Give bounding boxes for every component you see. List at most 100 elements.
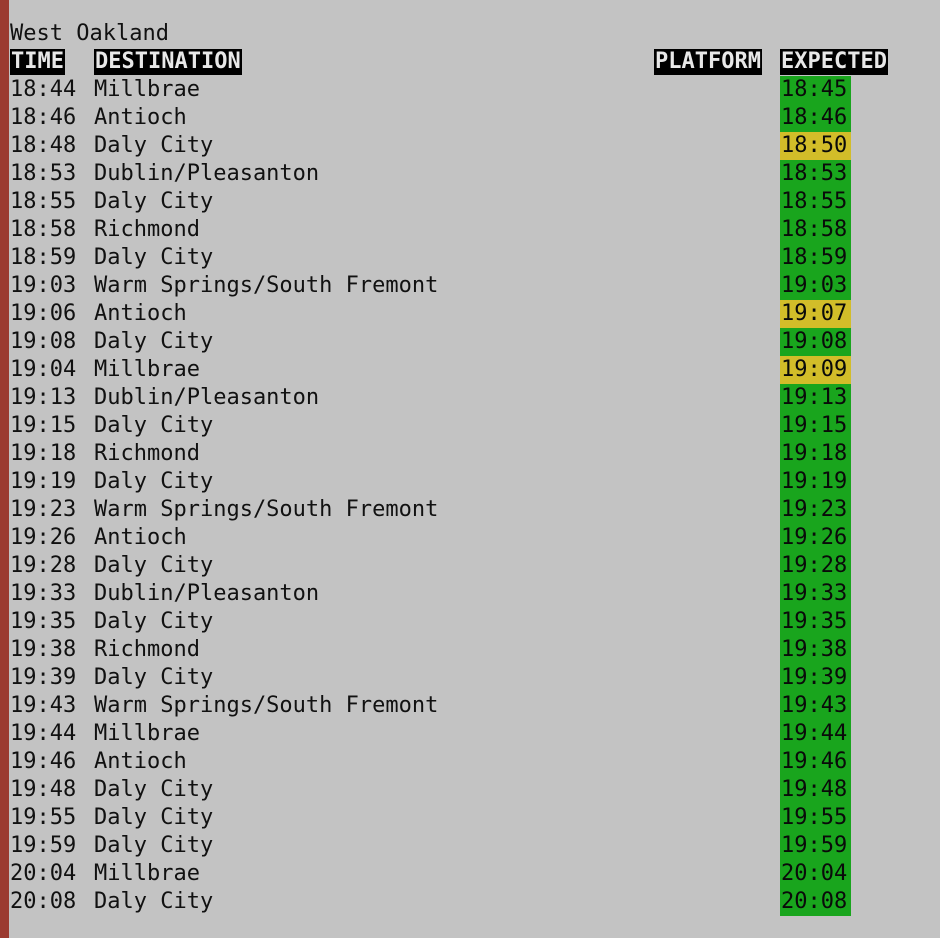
table-row: 19:44 Millbrae 19:44 bbox=[0, 720, 940, 748]
expected-time-badge: 19:43 bbox=[780, 692, 851, 720]
table-row: 19:55 Daly City 19:55 bbox=[0, 804, 940, 832]
header-expected: EXPECTED bbox=[780, 49, 888, 75]
expected-time-badge: 19:44 bbox=[780, 720, 851, 748]
departure-time: 19:35 bbox=[10, 609, 77, 634]
departure-destination: Daly City bbox=[94, 777, 214, 802]
departure-destination: Daly City bbox=[94, 889, 214, 914]
departure-destination: Richmond bbox=[94, 217, 200, 242]
expected-time-badge: 19:59 bbox=[780, 832, 851, 860]
table-row: 19:48 Daly City 19:48 bbox=[0, 776, 940, 804]
table-row: 18:48 Daly City 18:50 bbox=[0, 132, 940, 160]
departure-time: 18:58 bbox=[10, 217, 77, 242]
expected-time-badge: 19:33 bbox=[780, 580, 851, 608]
departure-destination: Daly City bbox=[94, 805, 214, 830]
header-destination: DESTINATION bbox=[94, 49, 242, 75]
table-row: 19:19 Daly City 19:19 bbox=[0, 468, 940, 496]
departure-time: 19:48 bbox=[10, 777, 77, 802]
departure-time: 19:59 bbox=[10, 833, 77, 858]
departure-time: 19:15 bbox=[10, 413, 77, 438]
departure-time: 19:26 bbox=[10, 525, 77, 550]
departure-destination: Daly City bbox=[94, 133, 214, 158]
table-row: 19:59 Daly City 19:59 bbox=[0, 832, 940, 860]
departure-time: 18:46 bbox=[10, 105, 77, 130]
expected-time-badge: 20:04 bbox=[780, 860, 851, 888]
departure-destination: Antioch bbox=[94, 301, 187, 326]
departure-destination: Daly City bbox=[94, 833, 214, 858]
table-row: 19:39 Daly City 19:39 bbox=[0, 664, 940, 692]
expected-time-badge: 18:53 bbox=[780, 160, 851, 188]
table-header: TIME DESTINATION PLATFORM EXPECTED bbox=[0, 48, 940, 76]
expected-time-badge: 18:58 bbox=[780, 216, 851, 244]
departure-time: 19:08 bbox=[10, 329, 77, 354]
expected-time-badge: 18:46 bbox=[780, 104, 851, 132]
expected-time-badge: 19:15 bbox=[780, 412, 851, 440]
departure-time: 19:43 bbox=[10, 693, 77, 718]
header-time: TIME bbox=[10, 49, 65, 75]
table-row: 19:04 Millbrae 19:09 bbox=[0, 356, 940, 384]
table-row: 19:26 Antioch 19:26 bbox=[0, 524, 940, 552]
table-row: 20:04 Millbrae 20:04 bbox=[0, 860, 940, 888]
table-row: 19:46 Antioch 19:46 bbox=[0, 748, 940, 776]
expected-time-badge: 19:03 bbox=[780, 272, 851, 300]
expected-time-badge: 19:38 bbox=[780, 636, 851, 664]
table-row: 19:38 Richmond 19:38 bbox=[0, 636, 940, 664]
departure-destination: Daly City bbox=[94, 413, 214, 438]
table-row: 18:53 Dublin/Pleasanton 18:53 bbox=[0, 160, 940, 188]
expected-time-badge: 19:07 bbox=[780, 300, 851, 328]
departure-destination: Richmond bbox=[94, 637, 200, 662]
departure-time: 19:46 bbox=[10, 749, 77, 774]
table-row: 19:33 Dublin/Pleasanton 19:33 bbox=[0, 580, 940, 608]
table-row: 19:03 Warm Springs/South Fremont 19:03 bbox=[0, 272, 940, 300]
table-row: 19:28 Daly City 19:28 bbox=[0, 552, 940, 580]
departure-time: 18:53 bbox=[10, 161, 77, 186]
departure-destination: Millbrae bbox=[94, 861, 200, 886]
table-row: 19:15 Daly City 19:15 bbox=[0, 412, 940, 440]
expected-time-badge: 19:09 bbox=[780, 356, 851, 384]
table-row: 20:08 Daly City 20:08 bbox=[0, 888, 940, 916]
departure-destination: Warm Springs/South Fremont bbox=[94, 497, 439, 522]
expected-time-badge: 19:48 bbox=[780, 776, 851, 804]
departure-destination: Millbrae bbox=[94, 721, 200, 746]
departure-time: 19:06 bbox=[10, 301, 77, 326]
departure-time: 18:55 bbox=[10, 189, 77, 214]
table-row: 18:55 Daly City 18:55 bbox=[0, 188, 940, 216]
departure-destination: Antioch bbox=[94, 749, 187, 774]
table-row: 19:18 Richmond 19:18 bbox=[0, 440, 940, 468]
departure-destination: Millbrae bbox=[94, 77, 200, 102]
departure-time: 18:48 bbox=[10, 133, 77, 158]
departure-destination: Daly City bbox=[94, 553, 214, 578]
departure-destination: Dublin/Pleasanton bbox=[94, 581, 320, 606]
departure-destination: Antioch bbox=[94, 525, 187, 550]
departure-time: 19:55 bbox=[10, 805, 77, 830]
departure-time: 19:23 bbox=[10, 497, 77, 522]
departure-time: 19:33 bbox=[10, 581, 77, 606]
departure-destination: Daly City bbox=[94, 609, 214, 634]
expected-time-badge: 19:13 bbox=[780, 384, 851, 412]
departure-time: 19:39 bbox=[10, 665, 77, 690]
departure-time: 20:08 bbox=[10, 889, 77, 914]
table-row: 18:44 Millbrae 18:45 bbox=[0, 76, 940, 104]
table-row: 19:13 Dublin/Pleasanton 19:13 bbox=[0, 384, 940, 412]
departure-destination: Daly City bbox=[94, 189, 214, 214]
expected-time-badge: 19:35 bbox=[780, 608, 851, 636]
departure-time: 19:44 bbox=[10, 721, 77, 746]
expected-time-badge: 19:39 bbox=[780, 664, 851, 692]
expected-time-badge: 20:08 bbox=[780, 888, 851, 916]
departure-time: 19:19 bbox=[10, 469, 77, 494]
departure-destination: Warm Springs/South Fremont bbox=[94, 693, 439, 718]
departure-destination: Dublin/Pleasanton bbox=[94, 385, 320, 410]
table-row: 18:58 Richmond 18:58 bbox=[0, 216, 940, 244]
expected-time-badge: 18:50 bbox=[780, 132, 851, 160]
expected-time-badge: 18:55 bbox=[780, 188, 851, 216]
table-row: 18:46 Antioch 18:46 bbox=[0, 104, 940, 132]
table-row: 18:59 Daly City 18:59 bbox=[0, 244, 940, 272]
departure-destination: Warm Springs/South Fremont bbox=[94, 273, 439, 298]
departure-destination: Daly City bbox=[94, 245, 214, 270]
table-row: 19:08 Daly City 19:08 bbox=[0, 328, 940, 356]
departure-time: 19:03 bbox=[10, 273, 77, 298]
departure-destination: Antioch bbox=[94, 105, 187, 130]
departure-destination: Daly City bbox=[94, 329, 214, 354]
departure-time: 18:44 bbox=[10, 77, 77, 102]
departure-time: 19:18 bbox=[10, 441, 77, 466]
departure-destination: Dublin/Pleasanton bbox=[94, 161, 320, 186]
